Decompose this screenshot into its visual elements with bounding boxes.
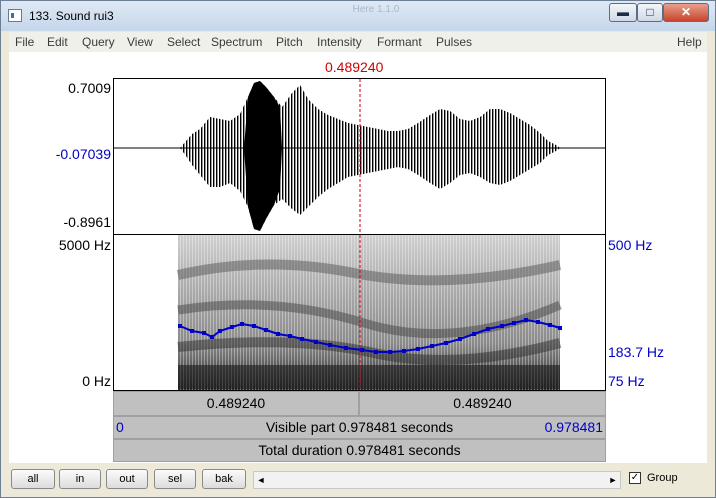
minimize-button[interactable]: ▬ — [609, 3, 637, 22]
zoom-in-button[interactable]: in — [59, 469, 101, 489]
spectrogram-panel[interactable] — [113, 235, 606, 391]
waveform-panel[interactable] — [113, 78, 606, 235]
menu-file[interactable]: File — [15, 35, 34, 49]
menu-bar: File Edit Query View Select Spectrum Pit… — [9, 32, 707, 52]
scroll-right-icon[interactable]: ► — [606, 472, 620, 488]
menu-formant[interactable]: Formant — [377, 35, 422, 49]
menu-pitch[interactable]: Pitch — [276, 35, 303, 49]
bottom-toolbar: all in out sel bak ◄ ► ✓ Group — [1, 463, 715, 497]
menu-spectrum[interactable]: Spectrum — [211, 35, 262, 49]
right-time-label: 0.489240 — [453, 395, 512, 411]
zoom-all-button[interactable]: all — [11, 469, 55, 489]
left-time-label: 0.489240 — [206, 395, 266, 411]
sound-editor-window: 133. Sound rui3 Here 1.1.0 ▬ □ ✕ File Ed… — [0, 0, 716, 498]
menu-pulses[interactable]: Pulses — [436, 35, 472, 49]
waveform-plot — [114, 79, 605, 234]
menu-intensity[interactable]: Intensity — [317, 35, 362, 49]
cursor-time-label: 0.489240 — [325, 59, 384, 75]
pitch-value-label: 183.7 Hz — [608, 344, 665, 360]
group-checkbox[interactable]: ✓ — [629, 472, 641, 484]
scroll-left-icon[interactable]: ◄ — [254, 472, 268, 488]
visible-part-bar[interactable]: 0 Visible part 0.978481 seconds 0.978481 — [113, 416, 606, 439]
window-title: 133. Sound rui3 — [29, 9, 114, 23]
app-icon — [8, 9, 22, 22]
title-bar[interactable]: 133. Sound rui3 Here 1.1.0 ▬ □ ✕ — [1, 1, 715, 31]
visible-end-label: 0.978481 — [544, 419, 603, 435]
menu-help[interactable]: Help — [677, 35, 702, 49]
left-selection-bar[interactable]: 0.489240 — [113, 391, 359, 416]
total-duration-bar[interactable]: Total duration 0.978481 seconds — [113, 439, 606, 462]
menu-edit[interactable]: Edit — [47, 35, 68, 49]
waveform-min-label: -0.8961 — [63, 214, 111, 230]
spectrogram-max-freq-label: 5000 Hz — [58, 237, 111, 253]
waveform-mid-label: -0.07039 — [55, 146, 111, 162]
menu-select[interactable]: Select — [167, 35, 200, 49]
pitch-max-label: 500 Hz — [608, 237, 653, 253]
zoom-back-button[interactable]: bak — [202, 469, 246, 489]
maximize-button[interactable]: □ — [637, 3, 663, 22]
close-button[interactable]: ✕ — [663, 3, 709, 22]
menu-view[interactable]: View — [127, 35, 153, 49]
menu-query[interactable]: Query — [82, 35, 115, 49]
waveform-max-label: 0.7009 — [68, 80, 111, 96]
zoom-out-button[interactable]: out — [106, 469, 148, 489]
visible-part-label: Visible part 0.978481 seconds — [265, 419, 454, 435]
total-duration-label: Total duration 0.978481 seconds — [258, 442, 461, 458]
spectrogram-plot — [176, 235, 562, 390]
pitch-min-label: 75 Hz — [608, 373, 645, 389]
spectrogram-min-freq-label: 0 Hz — [82, 373, 111, 389]
right-selection-bar[interactable]: 0.489240 — [359, 391, 606, 416]
group-label: Group — [647, 472, 678, 484]
background-window-title: Here 1.1.0 — [352, 4, 400, 15]
horizontal-scrollbar[interactable]: ◄ ► — [253, 471, 621, 489]
zoom-sel-button[interactable]: sel — [154, 469, 196, 489]
